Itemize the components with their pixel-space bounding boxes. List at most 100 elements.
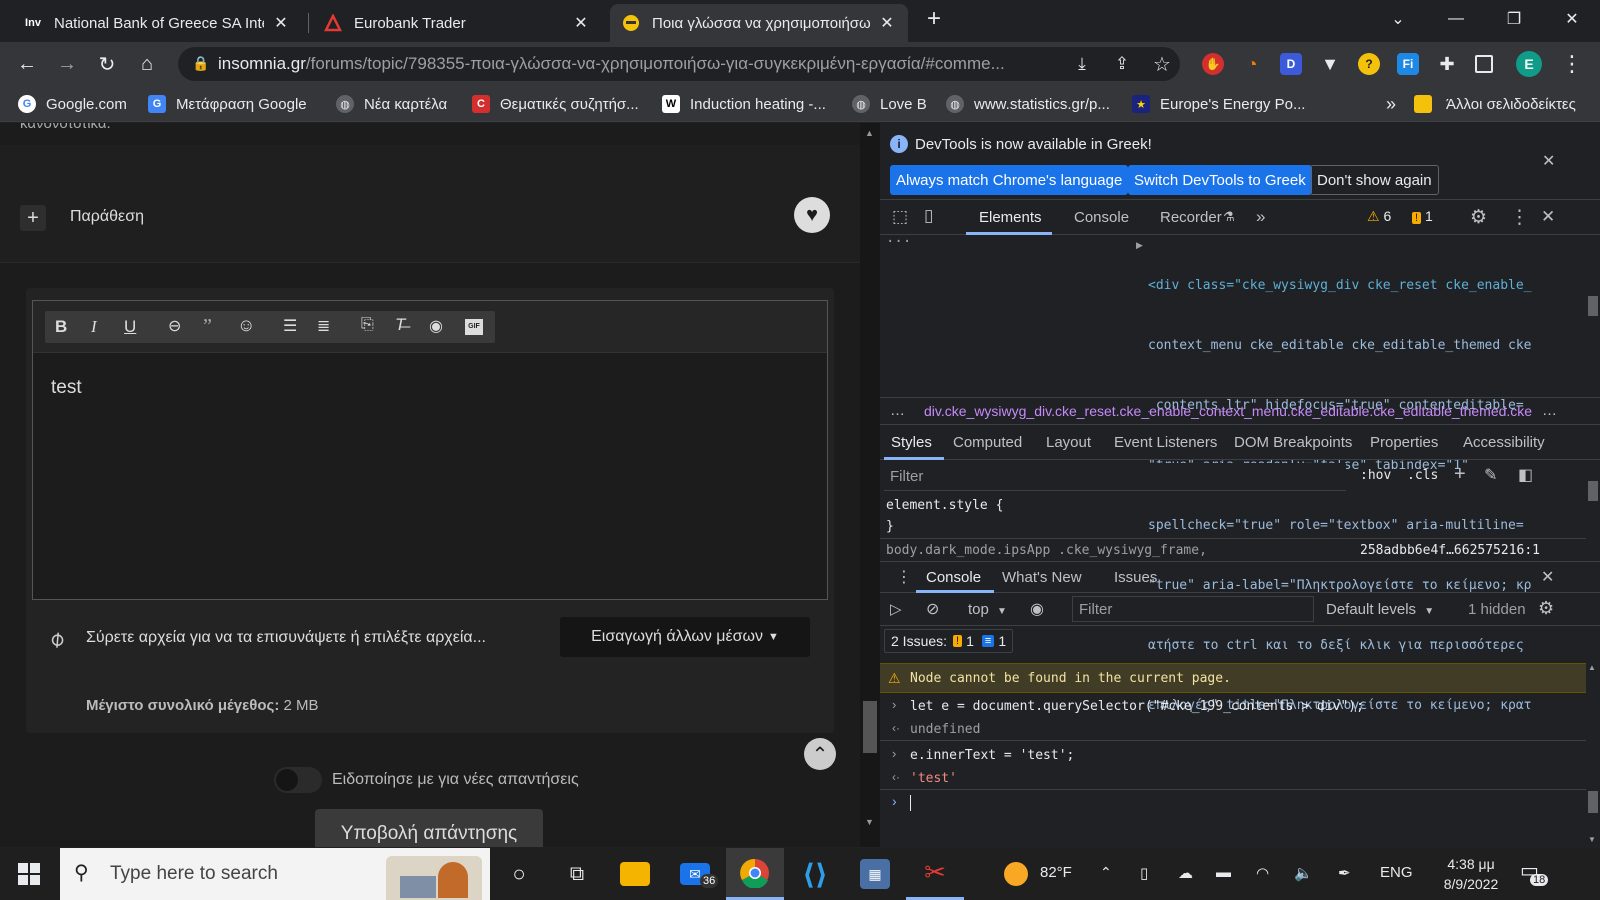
spoiler-eye-icon[interactable]: ◉ bbox=[429, 316, 443, 336]
weather-sun-icon[interactable] bbox=[1004, 862, 1028, 886]
close-icon[interactable]: ✕ bbox=[272, 13, 290, 33]
language-indicator[interactable]: ENG bbox=[1380, 864, 1413, 881]
home-icon[interactable]: ⌂ bbox=[133, 50, 161, 78]
adblock-extension-icon[interactable]: ✋ bbox=[1202, 53, 1224, 75]
clear-console-icon[interactable]: ⊘ bbox=[926, 599, 939, 619]
battery-icon[interactable]: ▬ bbox=[1216, 864, 1231, 881]
issues-summary[interactable]: 2 Issues: ! 1 ≡ 1 bbox=[884, 629, 1014, 653]
bookmark-induction[interactable]: W Induction heating -... bbox=[662, 93, 826, 115]
link-icon[interactable]: ⊖ bbox=[168, 316, 181, 336]
quote-marks-icon[interactable]: ” bbox=[203, 315, 212, 338]
cls-toggle[interactable]: .cls bbox=[1407, 468, 1438, 483]
file-explorer-icon[interactable] bbox=[606, 848, 664, 900]
kebab-menu-icon[interactable]: ⋮ bbox=[1510, 206, 1529, 229]
weather-temp[interactable]: 82°F bbox=[1040, 864, 1072, 881]
bookmark-new-tab[interactable]: ◍ Νέα καρτέλα bbox=[336, 93, 447, 115]
breadcrumb-ellipsis[interactable]: … bbox=[890, 402, 905, 419]
tab-recorder[interactable]: Recorder bbox=[1160, 209, 1222, 226]
device-toolbar-icon[interactable]: ▯ bbox=[924, 206, 933, 226]
console-input[interactable]: let e = document.querySelector("#cke_199… bbox=[910, 699, 1364, 714]
tab-accessibility[interactable]: Accessibility bbox=[1463, 434, 1545, 451]
calculator-icon[interactable]: ▦ bbox=[846, 848, 904, 900]
issues-counter[interactable]: ! 1 bbox=[1412, 208, 1433, 224]
profile-avatar[interactable]: E bbox=[1516, 51, 1542, 77]
attach-files-text[interactable]: Σύρετε αρχεία για να τα επισυνάψετε ή επ… bbox=[86, 629, 486, 647]
bookmark-love-b[interactable]: ◍ Love B bbox=[852, 93, 927, 115]
log-levels-select[interactable]: Default levels ▼ bbox=[1326, 601, 1434, 618]
expand-triangle-icon[interactable]: ▶ bbox=[1136, 240, 1143, 251]
notify-toggle[interactable] bbox=[274, 767, 322, 793]
console-filter-input[interactable]: Filter bbox=[1072, 596, 1314, 622]
chrome-taskbar-icon[interactable] bbox=[726, 848, 784, 900]
dom-scrollbar[interactable] bbox=[1586, 236, 1600, 394]
devtools-close-icon[interactable]: ✕ bbox=[1541, 207, 1555, 227]
console-settings-icon[interactable]: ⚙ bbox=[1538, 598, 1554, 619]
code-icon[interactable]: ⎘ bbox=[361, 316, 374, 334]
tab-search-chevron-icon[interactable]: ⌄ bbox=[1370, 0, 1426, 38]
scrollbar-thumb[interactable] bbox=[863, 701, 877, 753]
tab-console[interactable]: Console bbox=[1074, 209, 1129, 226]
heart-react-icon[interactable]: ♥ bbox=[794, 197, 830, 233]
tray-chevron-icon[interactable]: ⌃ bbox=[1100, 864, 1112, 881]
inspect-element-icon[interactable]: ⬚ bbox=[892, 207, 908, 227]
windows-start-icon[interactable] bbox=[0, 848, 58, 900]
settings-gear-icon[interactable]: ⚙ bbox=[1470, 206, 1487, 229]
tab-eurobank[interactable]: Eurobank Trader ✕ bbox=[312, 4, 602, 42]
styles-scrollbar[interactable] bbox=[1586, 463, 1600, 561]
clear-format-icon[interactable]: T̶ bbox=[395, 315, 405, 335]
close-icon[interactable]: ✕ bbox=[878, 13, 896, 33]
bookmark-google[interactable]: G Google.com bbox=[18, 93, 127, 115]
taskbar-search-box[interactable]: ⚲ Type here to search bbox=[60, 848, 490, 900]
numbered-list-icon[interactable]: ≣ bbox=[317, 316, 330, 336]
phone-link-icon[interactable]: ▯ bbox=[1140, 864, 1148, 882]
italic-icon[interactable]: I bbox=[91, 317, 97, 337]
other-bookmarks[interactable]: Άλλοι σελιδοδείκτες bbox=[1414, 93, 1576, 115]
dom-ellipsis[interactable]: ··· bbox=[886, 234, 911, 250]
fi-extension-icon[interactable]: Fi bbox=[1397, 53, 1419, 75]
tab-insomnia[interactable]: Ποια γλώσσα να χρησιμοποιήσω ✕ bbox=[610, 4, 908, 42]
scroll-top-chevron-icon[interactable]: ⌃ bbox=[804, 738, 836, 770]
forward-arrow-icon[interactable]: → bbox=[53, 50, 81, 78]
v-extension-icon[interactable]: ▼ bbox=[1319, 53, 1341, 75]
scroll-down-arrow-icon[interactable]: ▼ bbox=[865, 817, 874, 827]
bookmark-statistics[interactable]: ◍ www.statistics.gr/p... bbox=[946, 93, 1110, 115]
drawer-close-icon[interactable]: ✕ bbox=[1541, 567, 1554, 587]
tab-dom-breakpoints[interactable]: DOM Breakpoints bbox=[1234, 434, 1352, 451]
reload-icon[interactable]: ↻ bbox=[93, 50, 121, 78]
warnings-counter[interactable]: ⚠ 6 bbox=[1367, 208, 1391, 225]
puzzle-extensions-icon[interactable]: ✚ bbox=[1436, 53, 1458, 75]
help-extension-icon[interactable]: ? bbox=[1358, 53, 1380, 75]
breadcrumb-path[interactable]: div.cke_wysiwyg_div.cke_reset.cke_enable… bbox=[924, 403, 1536, 419]
volume-icon[interactable]: 🔈 bbox=[1294, 864, 1313, 882]
bookmark-europe-energy[interactable]: ★ Europe's Energy Po... bbox=[1132, 93, 1305, 115]
drawer-menu-icon[interactable]: ⋮ bbox=[896, 567, 912, 587]
insert-media-button[interactable]: Εισαγωγή άλλων μέσων ▼ bbox=[560, 617, 810, 657]
pen-icon[interactable]: ✒ bbox=[1338, 864, 1351, 882]
drawer-tab-console[interactable]: Console bbox=[926, 569, 981, 586]
snipping-tool-icon[interactable]: ✂ bbox=[906, 848, 964, 900]
emoji-icon[interactable]: ☺ bbox=[237, 315, 255, 336]
new-tab-plus-icon[interactable]: + bbox=[914, 0, 954, 38]
element-style-rule[interactable]: element.style { } bbox=[886, 495, 1003, 537]
cortana-circle-icon[interactable]: ○ bbox=[490, 848, 548, 900]
tab-properties[interactable]: Properties bbox=[1370, 434, 1438, 451]
drawer-tab-issues[interactable]: Issues bbox=[1114, 569, 1157, 586]
match-language-button[interactable]: Always match Chrome's language bbox=[890, 165, 1129, 195]
page-scrollbar[interactable]: ▲ ▼ bbox=[860, 123, 880, 847]
onedrive-cloud-icon[interactable]: ☁ bbox=[1178, 864, 1193, 882]
scrollbar-thumb[interactable] bbox=[1588, 296, 1598, 316]
submit-reply-button[interactable]: Υποβολή απάντησης bbox=[315, 809, 543, 847]
install-app-icon[interactable]: ⤓ bbox=[1068, 50, 1096, 78]
breadcrumb-more[interactable]: … bbox=[1542, 402, 1557, 419]
window-close-icon[interactable]: ✕ bbox=[1544, 0, 1600, 38]
bullet-list-icon[interactable]: ☰ bbox=[283, 316, 297, 336]
paint-icon[interactable]: ✎ bbox=[1484, 465, 1497, 485]
tab-national-bank[interactable]: Inv National Bank of Greece SA Inter ✕ bbox=[12, 4, 302, 42]
gif-icon[interactable]: GIF bbox=[465, 319, 483, 335]
toggle-sidebar-icon[interactable]: ◧ bbox=[1518, 465, 1533, 485]
rule-selector[interactable]: body.dark_mode.ipsApp .cke_wysiwyg_frame… bbox=[886, 543, 1207, 558]
context-select[interactable]: top ▼ bbox=[968, 601, 1007, 618]
underline-icon[interactable]: U bbox=[124, 317, 136, 337]
banner-close-icon[interactable]: ✕ bbox=[1542, 151, 1555, 171]
d-extension-icon[interactable]: D bbox=[1280, 53, 1302, 75]
